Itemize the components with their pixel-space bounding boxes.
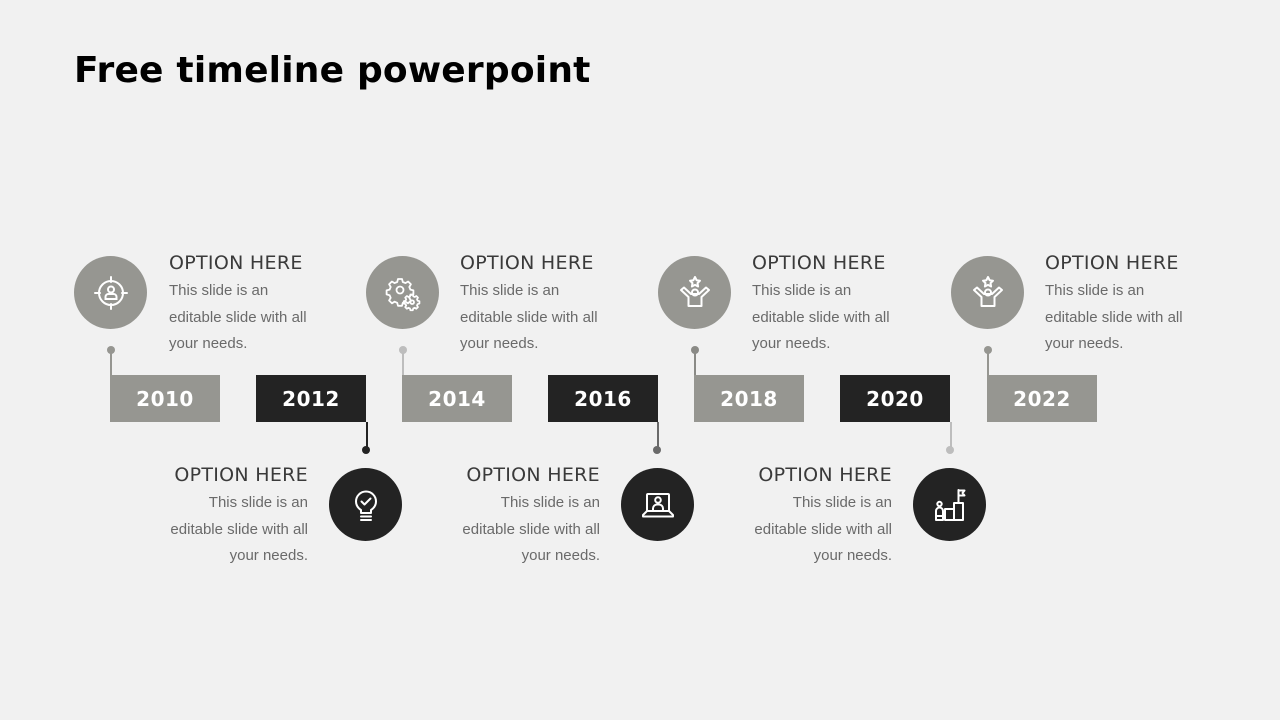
celebrating-person-star-icon <box>972 275 1003 307</box>
slide-title: Free timeline powerpoint <box>74 50 591 91</box>
event-text-2010: OPTION HERE This slide is an editable sl… <box>169 252 319 358</box>
event-heading: OPTION HERE <box>752 252 886 274</box>
event-text-2016: OPTION HERE This slide is an editable sl… <box>450 464 600 570</box>
event-description: This slide is an editable slide with all… <box>754 494 892 564</box>
event-heading: OPTION HERE <box>169 252 303 274</box>
event-text-2012: OPTION HERE This slide is an editable sl… <box>158 464 308 570</box>
event-heading: OPTION HERE <box>466 464 600 486</box>
year-box-2020: 2020 <box>840 375 950 422</box>
event-text-2014: OPTION HERE This slide is an editable sl… <box>460 252 610 358</box>
connector-dot-2022 <box>984 346 992 354</box>
connector-dot-2014 <box>399 346 407 354</box>
celebrating-person-star-icon <box>679 275 710 307</box>
event-icon-circle-2018 <box>658 256 731 329</box>
event-icon-circle-2014 <box>366 256 439 329</box>
year-box-2014: 2014 <box>402 375 512 422</box>
event-heading: OPTION HERE <box>174 464 308 486</box>
event-heading: OPTION HERE <box>1045 252 1179 274</box>
event-description: This slide is an editable slide with all… <box>752 282 890 352</box>
year-box-2018: 2018 <box>694 375 804 422</box>
event-icon-circle-2022 <box>951 256 1024 329</box>
event-text-2020: OPTION HERE This slide is an editable sl… <box>742 464 892 570</box>
event-heading: OPTION HERE <box>460 252 594 274</box>
event-icon-circle-2012 <box>329 468 402 541</box>
event-text-2018: OPTION HERE This slide is an editable sl… <box>752 252 902 358</box>
year-box-2022: 2022 <box>987 375 1097 422</box>
year-box-2010: 2010 <box>110 375 220 422</box>
connector-dot-2012 <box>362 446 370 454</box>
year-box-2012: 2012 <box>256 375 366 422</box>
connector-dot-2020 <box>946 446 954 454</box>
connector-dot-2016 <box>653 446 661 454</box>
event-description: This slide is an editable slide with all… <box>462 494 600 564</box>
podium-flag-icon <box>934 488 965 521</box>
event-icon-circle-2020 <box>913 468 986 541</box>
connector-dot-2010 <box>107 346 115 354</box>
event-text-2022: OPTION HERE This slide is an editable sl… <box>1045 252 1195 358</box>
event-description: This slide is an editable slide with all… <box>170 494 308 564</box>
laptop-user-icon <box>641 492 674 517</box>
event-description: This slide is an editable slide with all… <box>1045 282 1183 352</box>
target-person-icon <box>93 275 128 310</box>
year-box-2016: 2016 <box>548 375 658 422</box>
gears-icon <box>385 277 420 311</box>
lightbulb-check-icon <box>354 490 377 521</box>
event-heading: OPTION HERE <box>758 464 892 486</box>
event-description: This slide is an editable slide with all… <box>460 282 598 352</box>
event-icon-circle-2016 <box>621 468 694 541</box>
connector-dot-2018 <box>691 346 699 354</box>
event-description: This slide is an editable slide with all… <box>169 282 307 352</box>
event-icon-circle-2010 <box>74 256 147 329</box>
